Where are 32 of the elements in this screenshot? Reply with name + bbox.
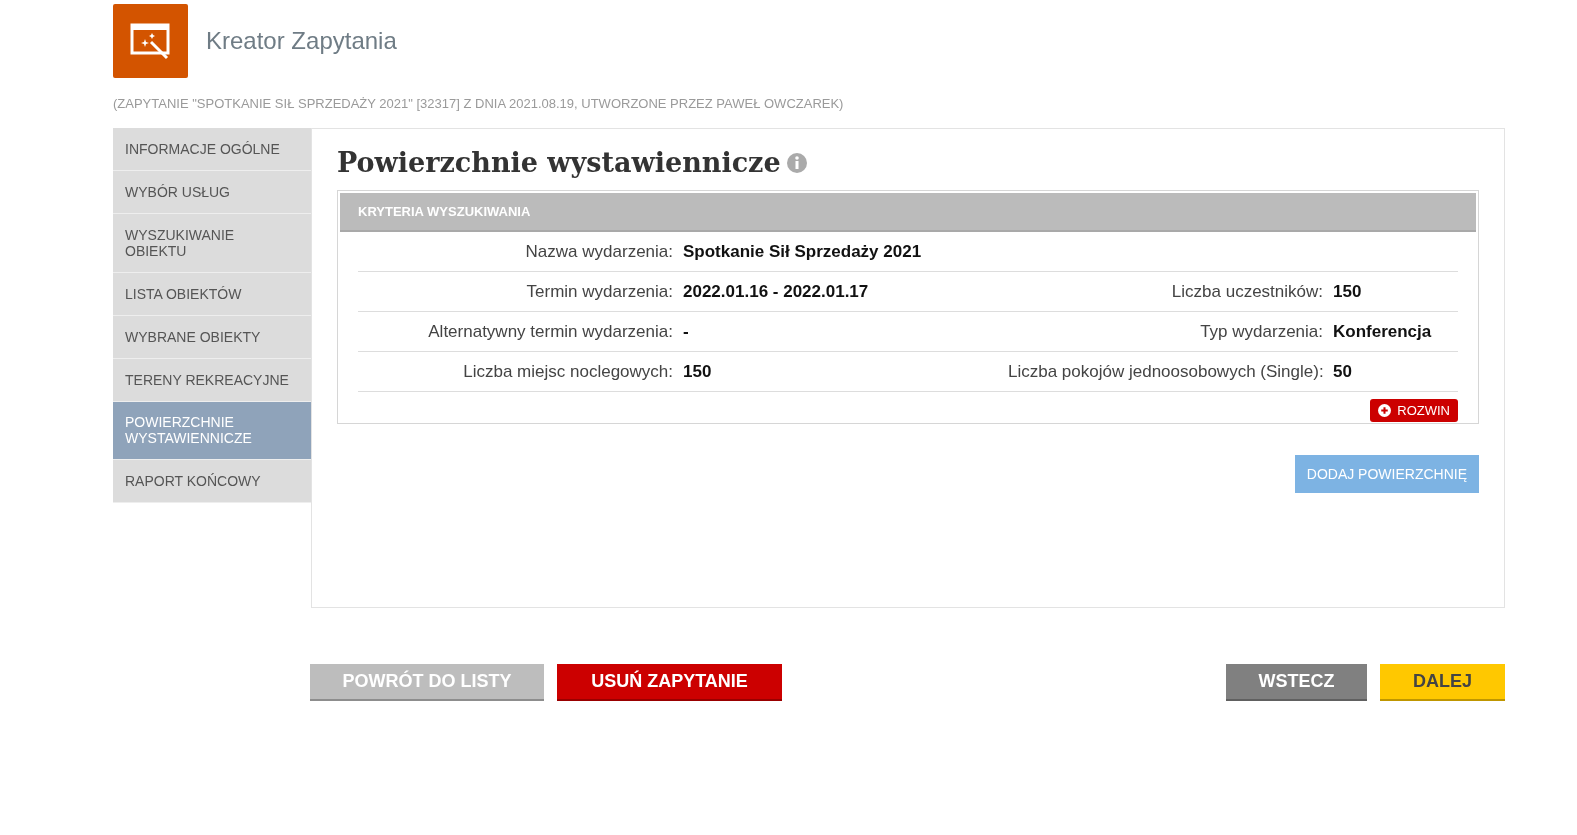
field-label: Liczba miejsc noclegowych: (462, 361, 674, 382)
request-info: (ZAPYTANIE "SPOTKANIE SIŁ SPRZEDAŻY 2021" [32317] Z DNIA 2021.08.19, UTWORZONE PRZEZ PAWEŁ OWCZAREK) (113, 96, 845, 111)
field-label: Termin wydarzenia: (525, 281, 674, 302)
field-value: 50 (1333, 361, 1352, 382)
field-value: 2022.01.16 - 2022.01.17 (683, 281, 869, 302)
sidebar-item[interactable]: RAPORT KOŃCOWY (113, 460, 311, 503)
field-value: Konferencja (1333, 321, 1432, 342)
criteria-header: KRYTERIA WYSZUKIWANIA (340, 193, 1476, 232)
sidebar-item[interactable]: WYSZUKIWANIE OBIEKTU (113, 214, 311, 273)
field-value: - (683, 321, 689, 342)
field-label: Liczba uczestników: (1170, 281, 1324, 302)
footer-button[interactable]: WSTECZ (1226, 664, 1367, 701)
footer-button[interactable]: DALEJ (1380, 664, 1505, 701)
field-value: Spotkanie Sił Sprzedaży 2021 (683, 241, 922, 262)
logo-icon (113, 4, 188, 78)
sidebar-item[interactable]: INFORMACJE OGÓLNE (113, 128, 311, 171)
field-label: Nazwa wydarzenia: (524, 241, 674, 262)
info-icon[interactable] (786, 152, 807, 173)
sidebar-item[interactable]: LISTA OBIEKTÓW (113, 273, 311, 316)
field-value: 150 (1333, 281, 1362, 302)
footer-button[interactable]: USUŃ ZAPYTANIE (557, 664, 782, 701)
sidebar-item[interactable]: TERENY REKREACYJNE (113, 359, 311, 402)
field-value: 150 (683, 361, 712, 382)
field-label: Liczba pokojów jednoosobowych (Single): (1008, 361, 1325, 382)
sidebar-item[interactable]: WYBRANE OBIEKTY (113, 316, 311, 359)
expand-button[interactable]: ROZWIN (1370, 399, 1458, 422)
field-label: Alternatywny termin wydarzenia: (427, 321, 674, 342)
field-label: Typ wydarzenia: (1199, 321, 1324, 342)
page-title: Powierzchnie wystawiennicze (337, 147, 781, 178)
plus-icon (1378, 404, 1392, 417)
app-title: Kreator Zapytania (206, 27, 397, 55)
sidebar-item[interactable]: WYBÓR USŁUG (113, 171, 311, 214)
